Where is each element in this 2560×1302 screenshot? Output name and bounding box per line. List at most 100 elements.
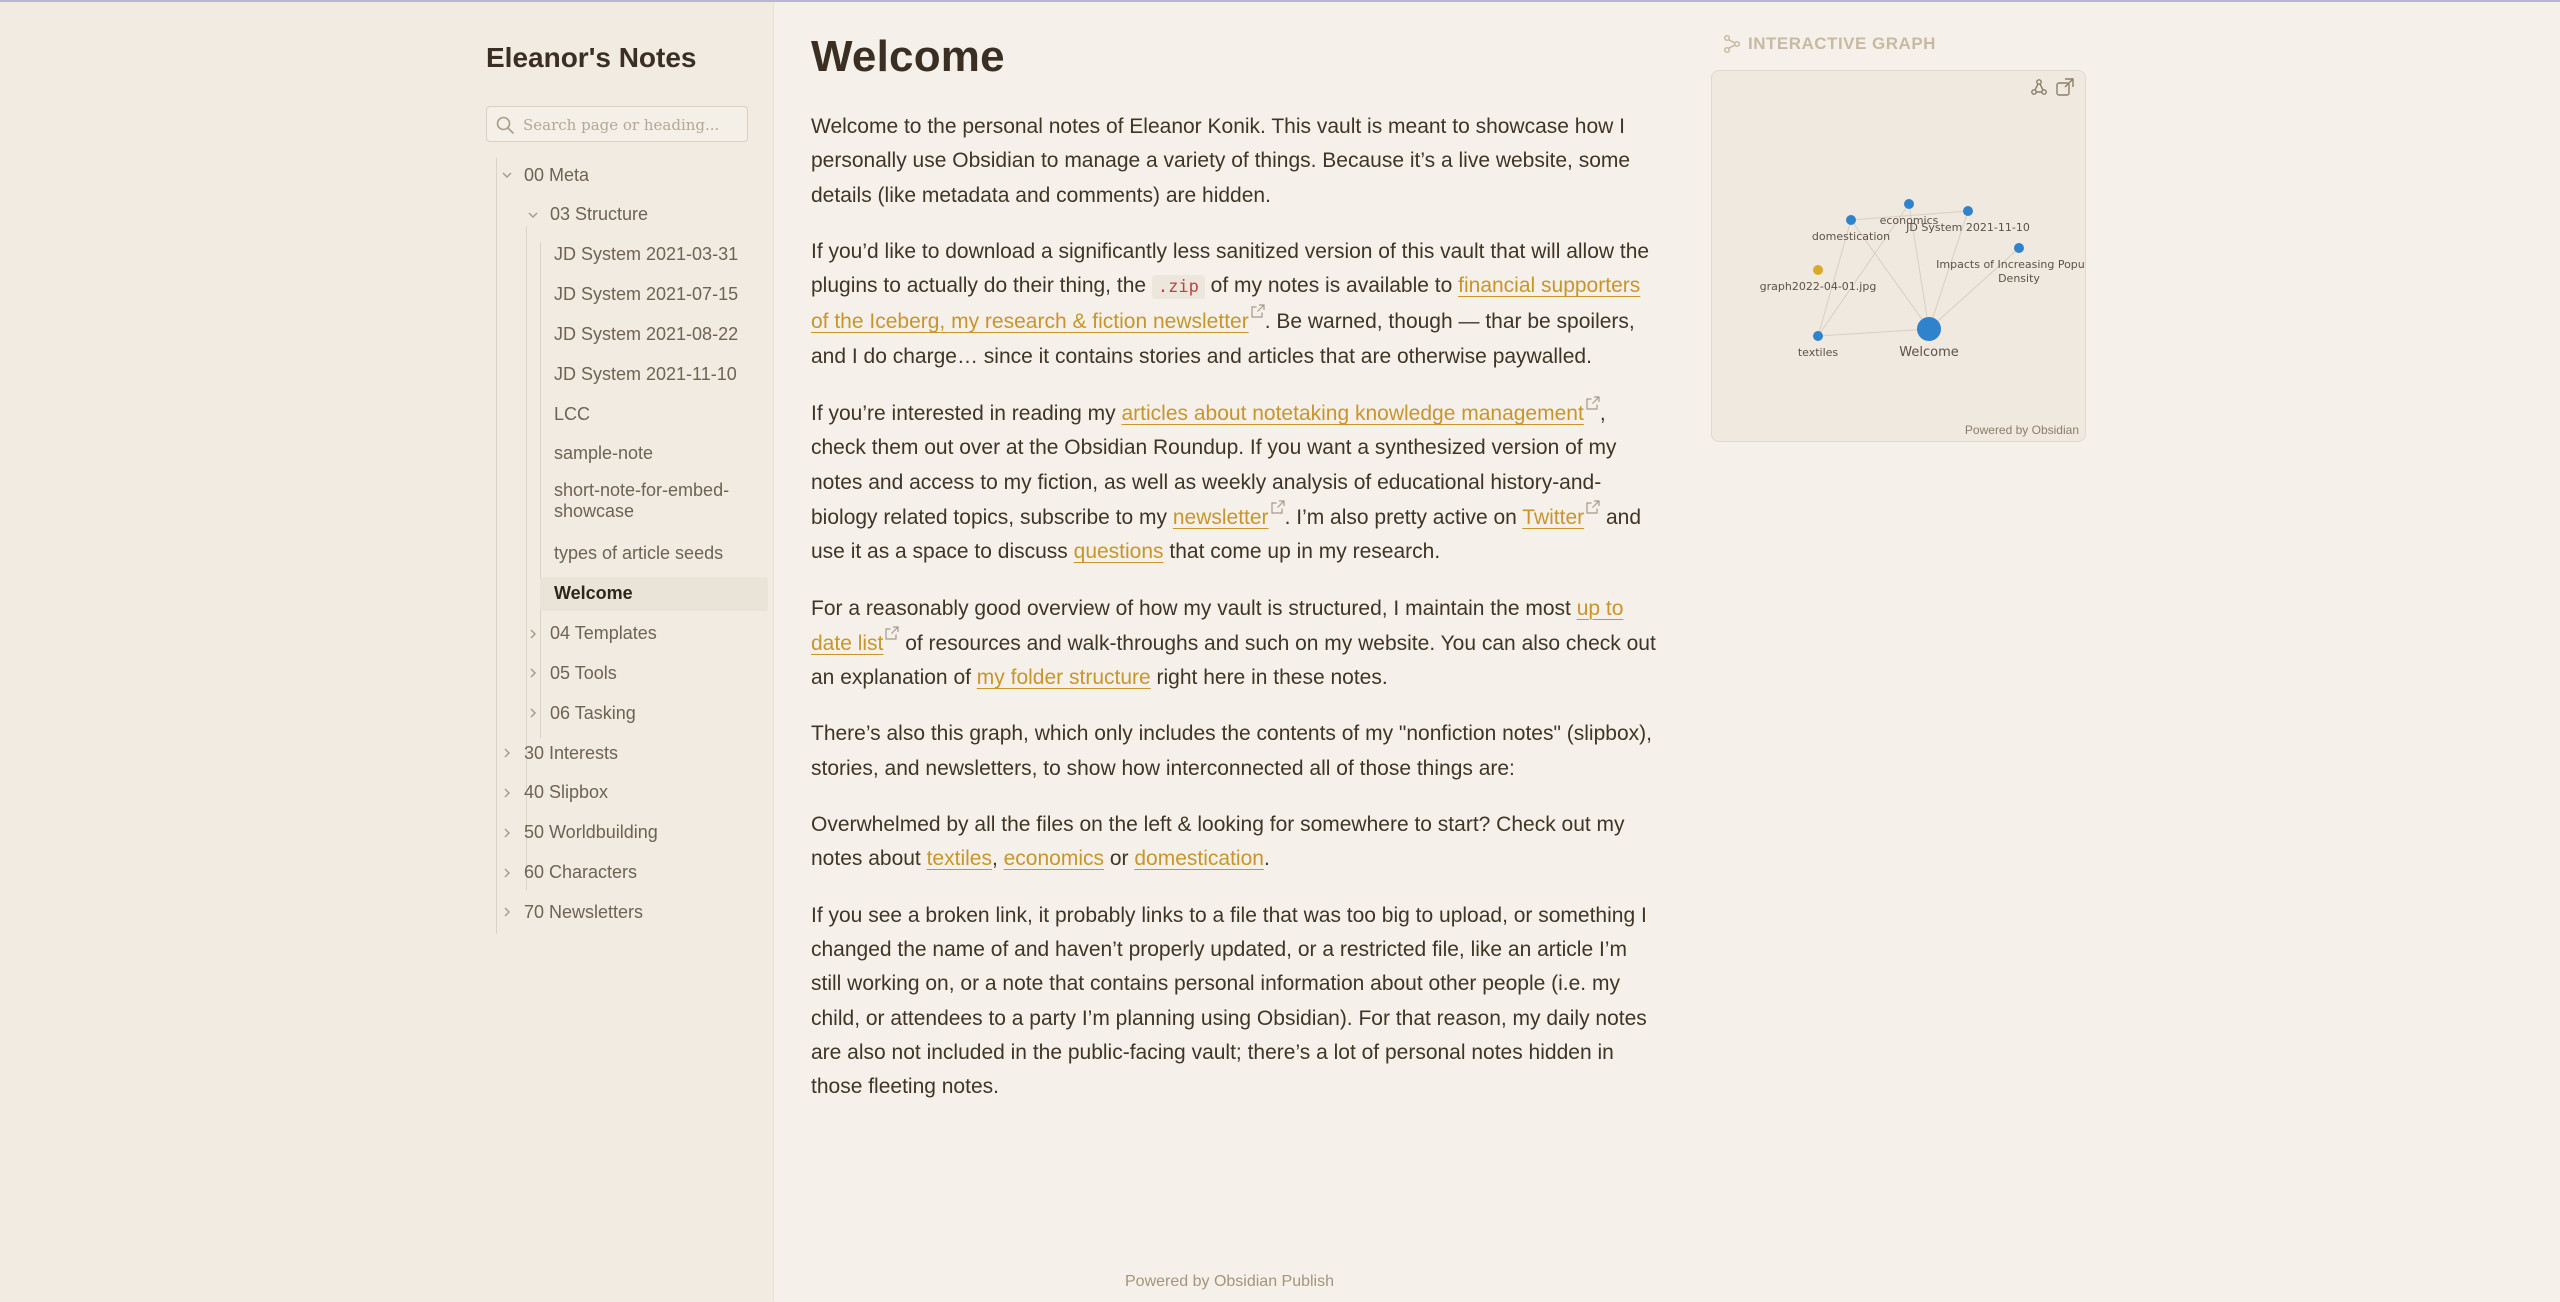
link-twitter[interactable]: Twitter	[1522, 506, 1584, 529]
graph-label-jd-system: JD System 2021-11-10	[1905, 221, 2030, 234]
tree-item-label: 06 Tasking	[550, 702, 636, 723]
graph-node-welcome[interactable]	[1917, 317, 1941, 341]
chevron-right-icon[interactable]	[500, 746, 514, 760]
graph-node-image[interactable]	[1813, 265, 1823, 275]
paragraph-broken-links: If you see a broken link, it probably li…	[811, 903, 1647, 1099]
link-economics[interactable]: economics	[1004, 847, 1104, 870]
paragraph-text: or	[1104, 847, 1135, 871]
graph-label-image: graph2022-04-01.jpg	[1760, 280, 1877, 293]
tree-item-label: 40 Slipbox	[524, 782, 609, 803]
paragraph-text: If you’re interested in reading my	[811, 402, 1122, 426]
tree-item-label: sample-note	[554, 443, 654, 464]
link-domestication[interactable]: domestication	[1134, 847, 1264, 870]
chevron-right-icon[interactable]	[500, 786, 514, 800]
tree-item-03-structure[interactable]: 03 Structure	[528, 198, 768, 232]
paragraph-articles: If you’re interested in reading my artic…	[811, 396, 1661, 569]
graph-node-jd-system[interactable]	[1963, 206, 1973, 216]
chevron-down-icon[interactable]	[500, 168, 514, 182]
tree-item-30-interests[interactable]: 30 Interests	[504, 736, 768, 770]
external-link-icon	[1586, 396, 1600, 410]
graph-label-textiles: textiles	[1798, 346, 1839, 359]
global-graph-icon[interactable]	[2029, 77, 2049, 97]
paragraph-text: . I’m also pretty active on	[1284, 505, 1523, 529]
paragraph-text: ,	[991, 847, 1004, 871]
tree-item-jd-system-2021-03-31[interactable]: JD System 2021-03-31	[540, 238, 768, 272]
graph-header: INTERACTIVE GRAPH	[1722, 34, 1936, 54]
link-folder-structure[interactable]: my folder structure	[977, 666, 1151, 689]
chevron-right-icon[interactable]	[500, 826, 514, 840]
paragraph-start-here: Overwhelmed by all the files on the left…	[811, 808, 1661, 877]
chevron-right-icon[interactable]	[500, 905, 514, 919]
graph-powered-by: Powered by Obsidian	[1964, 423, 2079, 437]
chevron-right-icon[interactable]	[526, 666, 540, 680]
chevron-right-icon[interactable]	[526, 627, 540, 641]
tree-indent-guide	[496, 158, 497, 934]
graph-node-economics[interactable]	[1904, 199, 1914, 209]
paragraph-intro: Welcome to the personal notes of Eleanor…	[811, 115, 1631, 207]
tree-item-label: 50 Worldbuilding	[524, 822, 658, 843]
graph-label-domestication: domestication	[1812, 230, 1890, 243]
left-sidebar: Eleanor's Notes 00 Meta 03 Structure JD Sy…	[486, 2, 774, 1302]
external-link-icon	[1251, 304, 1265, 319]
graph-label-impacts-2: Density	[1998, 272, 2040, 285]
tree-item-label: 03 Structure	[550, 204, 649, 225]
paragraph-text: For a reasonably good overview of how my…	[811, 596, 1577, 620]
graph-node-domestication[interactable]	[1846, 215, 1856, 225]
tree-item-00-meta[interactable]: 00 Meta	[502, 158, 768, 192]
tree-item-label: types of article seeds	[554, 543, 724, 564]
graph-label-impacts: Impacts of Increasing Popul	[1936, 258, 2086, 271]
tree-item-label: JD System 2021-08-22	[554, 323, 739, 344]
link-textiles[interactable]: textiles	[927, 847, 992, 870]
graph-node-textiles[interactable]	[1813, 331, 1823, 341]
graph-node-impacts[interactable]	[2014, 243, 2024, 253]
graph-header-label: INTERACTIVE GRAPH	[1748, 34, 1936, 53]
tree-item-label: JD System 2021-07-15	[554, 284, 739, 305]
chevron-right-icon[interactable]	[500, 866, 514, 880]
tree-item-label: 00 Meta	[524, 164, 590, 185]
tree-item-label: 05 Tools	[550, 662, 617, 683]
search-box[interactable]	[486, 106, 748, 142]
tree-item-label: JD System 2021-03-31	[554, 244, 739, 265]
tree-item-welcome[interactable]: Welcome	[540, 576, 768, 611]
graph-toolbar	[2029, 77, 2075, 97]
note-body: Welcome to the personal notes of Eleanor…	[811, 110, 1661, 1126]
link-notetaking-articles[interactable]: articles about notetaking knowledge mana…	[1122, 402, 1584, 425]
link-questions[interactable]: questions	[1074, 540, 1164, 563]
tree-item-label: 30 Interests	[524, 742, 619, 763]
tree-item-06-tasking[interactable]: 06 Tasking	[530, 696, 768, 730]
tree-item-jd-system-2021-11-10[interactable]: JD System 2021-11-10	[540, 357, 768, 391]
chevron-right-icon[interactable]	[526, 706, 540, 720]
graph-canvas[interactable]: Welcome domestication economics JD Syste…	[1712, 71, 2086, 442]
expand-graph-icon[interactable]	[2055, 77, 2075, 97]
site-title[interactable]: Eleanor's Notes	[486, 42, 697, 74]
tree-item-lcc[interactable]: LCC	[540, 397, 768, 431]
tree-item-jd-system-2021-07-15[interactable]: JD System 2021-07-15	[540, 278, 768, 312]
tree-item-05-tools[interactable]: 05 Tools	[530, 656, 768, 690]
tree-item-jd-system-2021-08-22[interactable]: JD System 2021-08-22	[540, 317, 768, 351]
tree-item-types-of-article-seeds[interactable]: types of article seeds	[540, 537, 768, 571]
paragraph-text: .	[1263, 847, 1270, 871]
inline-code: .zip	[1151, 275, 1205, 300]
tree-item-label: Welcome	[554, 583, 633, 604]
tree-item-60-characters[interactable]: 60 Characters	[504, 856, 768, 890]
paragraph-text: of my notes is available to	[1204, 274, 1459, 298]
external-link-icon	[1586, 500, 1600, 514]
interactive-graph[interactable]: Welcome domestication economics JD Syste…	[1711, 70, 2086, 442]
paragraph-download: If you’d like to download a significantl…	[811, 235, 1661, 374]
tree-item-40-slipbox[interactable]: 40 Slipbox	[504, 776, 768, 810]
tree-item-label: short-note-for-embed-showcase	[554, 479, 730, 521]
search-input[interactable]	[523, 113, 738, 137]
tree-item-label: 04 Templates	[550, 623, 657, 643]
search-icon	[496, 116, 514, 134]
chevron-down-icon[interactable]	[526, 208, 540, 222]
tree-item-70-newsletters[interactable]: 70 Newsletters	[504, 895, 768, 929]
tree-item-short-note-for-embed-showcase[interactable]: short-note-for-embed-showcase	[540, 477, 768, 525]
tree-item-label: LCC	[554, 403, 591, 424]
paragraph-text: right here in these notes.	[1150, 666, 1388, 690]
external-link-icon	[1270, 500, 1285, 514]
tree-item-sample-note[interactable]: sample-note	[540, 437, 768, 471]
tree-item-04-templates[interactable]: 04 Templates	[530, 617, 768, 651]
link-newsletter[interactable]: newsletter	[1173, 506, 1269, 529]
tree-item-50-worldbuilding[interactable]: 50 Worldbuilding	[504, 816, 768, 850]
footer-powered-by[interactable]: Powered by Obsidian Publish	[1125, 1273, 1334, 1291]
